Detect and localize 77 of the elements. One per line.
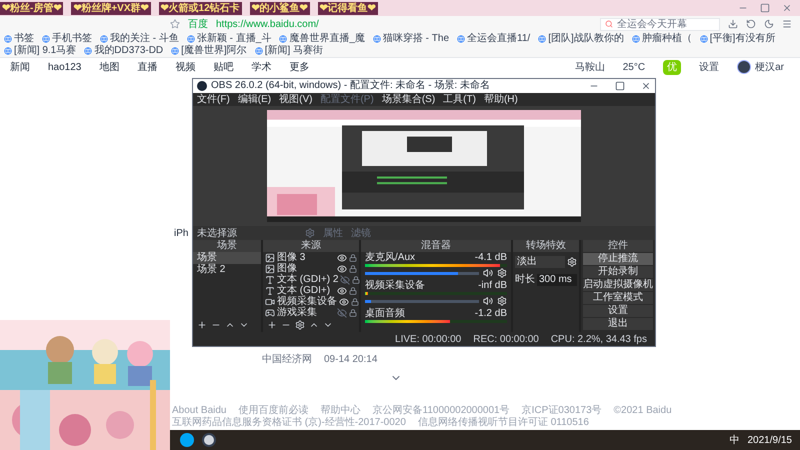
- temperature-text: 25°C: [622, 60, 646, 74]
- air-quality-badge: 优: [663, 60, 682, 74]
- overlay-banner: ❤粉丝-房管❤: [0, 2, 64, 14]
- bookmark[interactable]: [团队]战队教你的: [548, 32, 624, 44]
- nav-link[interactable]: 学术: [251, 60, 272, 74]
- control-button[interactable]: 停止推流: [583, 253, 653, 265]
- channel-name: 视频采集设备: [365, 280, 425, 291]
- overlay-banner: ❤记得看鱼❤: [318, 2, 378, 14]
- menu-item[interactable]: 工具(T): [443, 94, 476, 106]
- transition-select[interactable]: 淡出: [515, 256, 565, 268]
- bookmark[interactable]: 猫咪穿搭 - The: [382, 32, 450, 44]
- bookmark[interactable]: [平衡]有没有所: [710, 32, 776, 44]
- duration-field[interactable]: 300 ms: [537, 274, 577, 286]
- bookmark[interactable]: 我的关注 - 斗鱼: [110, 32, 179, 44]
- rec-status: REC: 00:00:00: [473, 332, 539, 346]
- control-button[interactable]: 退出: [583, 318, 653, 330]
- scene-item[interactable]: 场景 2: [193, 264, 261, 276]
- source-item[interactable]: 图像 3: [277, 252, 335, 263]
- nav-link[interactable]: 更多: [289, 60, 310, 74]
- menu-item[interactable]: 编辑(E): [238, 94, 272, 106]
- bookmark[interactable]: 书签: [14, 32, 34, 44]
- control-button[interactable]: 启动虚拟摄像机: [583, 279, 653, 291]
- overlay-banner: ❤的小鲨鱼❤: [250, 2, 310, 14]
- menu-item[interactable]: 视图(V): [279, 94, 312, 106]
- partial-title: iPh: [174, 227, 188, 241]
- channel-reading: -inf dB: [478, 280, 507, 291]
- site-label: 百度: [188, 18, 208, 32]
- source-item[interactable]: 视频采集设备: [277, 296, 337, 307]
- city-text: 马鞍山: [574, 60, 605, 74]
- bookmark[interactable]: [新闻] 马赛街: [264, 44, 324, 56]
- dock-title: 控件: [583, 240, 653, 252]
- dock-title: 来源: [263, 240, 359, 252]
- source-item[interactable]: 文本 (GDI+) 2: [277, 274, 338, 285]
- window-title: OBS 26.0.2 (64-bit, windows) - 配置文件: 未命名 - 场景: 未命名: [211, 80, 490, 92]
- bookmark[interactable]: 手机书签: [52, 32, 92, 44]
- nav-link[interactable]: 地图: [99, 60, 120, 74]
- channel-name: 麦克风/Aux: [365, 252, 416, 263]
- channel-reading: -4.1 dB: [474, 252, 507, 263]
- control-button[interactable]: 开始录制: [583, 266, 653, 278]
- bookmark[interactable]: [新闻] 9.1马赛: [14, 44, 76, 56]
- overlay-banner: ❤火箭或12钻石卡: [158, 2, 242, 14]
- nav-link[interactable]: 贴吧: [213, 60, 234, 74]
- bookmark[interactable]: [魔兽世界]阿尔: [181, 44, 247, 56]
- bookmark[interactable]: 张新颖 - 直播_斗: [196, 32, 272, 44]
- settings-link[interactable]: 设置: [699, 60, 720, 74]
- live-status: LIVE: 00:00:00: [395, 332, 462, 346]
- nav-link[interactable]: 视频: [175, 60, 196, 74]
- search-field[interactable]: 全运会今天开幕: [600, 18, 720, 30]
- menu-item[interactable]: 帮助(H): [484, 94, 518, 106]
- source-item[interactable]: 文本 (GDI+): [277, 285, 335, 296]
- nav-link[interactable]: 新闻: [10, 60, 30, 74]
- bookmark[interactable]: 我的DD373-DD: [94, 44, 164, 56]
- clock-date[interactable]: 2021/9/15: [748, 432, 792, 448]
- nav-link[interactable]: 直播: [137, 60, 158, 74]
- nav-link[interactable]: hao123: [48, 60, 82, 74]
- source-item[interactable]: 游戏采集: [277, 307, 335, 318]
- user-name[interactable]: 梗汉ar: [755, 60, 784, 74]
- no-source-label: 未选择源: [197, 226, 238, 240]
- cpu-status: CPU: 2.2%, 34.43 fps: [550, 332, 647, 346]
- control-button[interactable]: 设置: [583, 305, 653, 317]
- dock-title: 转场特效: [513, 240, 579, 252]
- channel-name: 桌面音频: [365, 308, 405, 319]
- source-item[interactable]: 图像: [277, 263, 335, 274]
- duration-label: 时长: [515, 272, 535, 287]
- scene-item[interactable]: 场景: [193, 252, 261, 264]
- overlay-banner: ❤粉丝牌+VX群❤: [71, 2, 151, 14]
- menu-item[interactable]: 场景集合(S): [382, 94, 436, 106]
- bookmark[interactable]: 肿瘤种植（: [642, 32, 692, 44]
- dock-title: 场景: [193, 240, 261, 252]
- channel-reading: -1.2 dB: [474, 308, 507, 319]
- news-time: 09-14 20:14: [324, 353, 378, 367]
- ime-indicator[interactable]: 中: [730, 432, 740, 448]
- menu-item[interactable]: 文件(F): [197, 94, 230, 106]
- bookmark[interactable]: 魔兽世界直播_魔: [289, 32, 365, 44]
- bookmark[interactable]: 全运会直播11/: [467, 32, 530, 44]
- control-button[interactable]: 工作室模式: [583, 292, 653, 304]
- news-source: 中国经济网: [262, 352, 312, 367]
